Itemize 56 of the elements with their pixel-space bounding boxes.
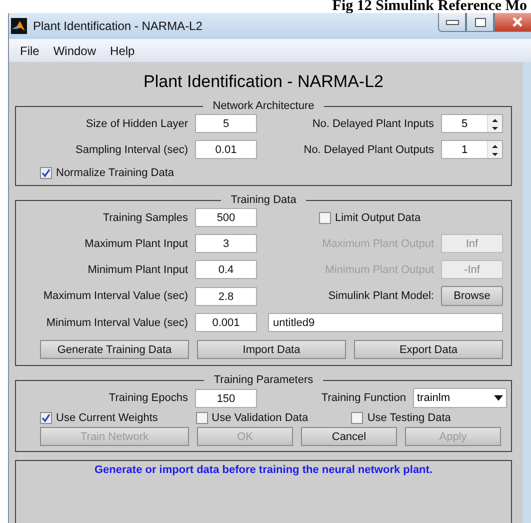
field-label: Training Epochs (108, 392, 188, 404)
spin-arrows-icon (491, 142, 499, 156)
field-label: Training Function (320, 392, 406, 404)
field-label: Simulink Plant Model: (327, 290, 434, 302)
checkbox[interactable] (40, 412, 52, 424)
field-label: Minimum Interval Value (sec) (45, 316, 188, 328)
action-button[interactable]: Cancel (301, 427, 397, 446)
field-label: Maximum Interval Value (sec) (42, 290, 188, 302)
checkbox-label: Limit Output Data (335, 212, 421, 224)
status-message: Generate or import data before training the neural network plant. (94, 464, 432, 478)
checkbox-label: Use Testing Data (367, 412, 451, 424)
menu-item[interactable]: Window (46, 44, 104, 58)
maximize-button[interactable] (466, 13, 494, 32)
browse-button[interactable]: Browse (441, 286, 503, 306)
spinner-field[interactable]: 1 (441, 140, 503, 159)
input-field[interactable]: 500 (195, 208, 257, 227)
checkbox[interactable] (40, 167, 52, 179)
menu-item[interactable]: Help (103, 44, 142, 58)
dropdown[interactable]: trainlm (413, 388, 507, 408)
spin-arrows-icon (491, 116, 499, 130)
input-field[interactable]: 0.01 (195, 140, 257, 159)
checkbox[interactable] (196, 412, 208, 424)
checkbox-label: Use Current Weights (56, 412, 158, 424)
action-button[interactable]: Export Data (354, 340, 503, 359)
checkbox[interactable] (351, 412, 364, 424)
window-title: Plant Identification - NARMA-L2 (33, 19, 202, 33)
input-field[interactable]: 0.001 (195, 313, 257, 332)
model-name-field[interactable]: untitled9 (268, 313, 503, 332)
spinner-field[interactable]: 5 (441, 114, 503, 133)
field-label: Training Samples (102, 212, 188, 224)
input-field[interactable]: 0.4 (195, 260, 257, 279)
panel-title: Training Data (230, 194, 298, 206)
minimize-button[interactable] (438, 13, 466, 32)
input-field[interactable]: 3 (195, 234, 257, 253)
dialog-heading: Plant Identification - NARMA-L2 (142, 71, 384, 93)
field-label: Maximum Plant Input (84, 238, 188, 250)
close-icon (510, 17, 524, 27)
close-button[interactable] (494, 13, 531, 32)
action-button[interactable]: Generate Training Data (40, 340, 189, 359)
input-field[interactable]: 150 (195, 388, 257, 408)
field-label: No. Delayed Plant Outputs (302, 144, 434, 156)
checkbox[interactable] (319, 212, 331, 224)
field-label: Minimum Plant Input (86, 264, 188, 276)
field-label: Sampling Interval (sec) (74, 144, 188, 156)
field-label: No. Delayed Plant Inputs (311, 118, 434, 130)
menu-item[interactable]: File (13, 44, 46, 58)
app-logo-icon (11, 18, 27, 34)
field-label: Size of Hidden Layer (84, 118, 188, 130)
checkbox-label: Use Validation Data (212, 412, 308, 424)
input-field[interactable]: 2.8 (195, 286, 257, 306)
dropdown-arrow-icon (494, 395, 503, 401)
checkbox-label: Normalize Training Data (56, 167, 174, 179)
input-field[interactable]: 5 (195, 114, 257, 133)
action-button[interactable]: Import Data (197, 340, 346, 359)
panel-title: Network Architecture (212, 100, 316, 112)
panel-title: Training Parameters (212, 374, 314, 386)
